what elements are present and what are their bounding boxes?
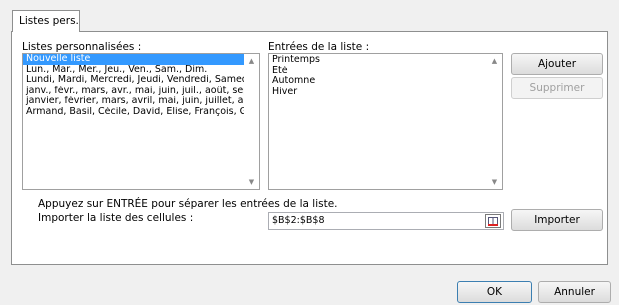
range-marker xyxy=(488,224,498,226)
custom-lists-items: Nouvelle liste Lun., Mar., Mer., Jeu., V… xyxy=(23,54,244,117)
entries-items: Printemps Eté Automne Hiver xyxy=(269,54,487,97)
list-item[interactable]: Lundi, Mardi, Mercredi, Jeudi, Vendredi,… xyxy=(23,75,244,86)
import-label: Importer la liste des cellules : xyxy=(38,212,194,224)
add-button[interactable]: Ajouter xyxy=(511,53,603,75)
cancel-button[interactable]: Annuler xyxy=(538,281,611,303)
list-item[interactable]: Lun., Mar., Mer., Jeu., Ven., Sam., Dim. xyxy=(23,65,244,76)
entries-textarea[interactable]: Printemps Eté Automne Hiver ▲ ▼ xyxy=(268,53,503,190)
entries-label: Entrées de la liste : xyxy=(268,41,370,53)
tab-custom-lists[interactable]: Listes pers. xyxy=(12,10,80,32)
import-button[interactable]: Importer xyxy=(511,209,603,231)
entries-scrollbar[interactable]: ▲ ▼ xyxy=(487,54,502,189)
tab-strip: Listes pers. xyxy=(0,0,619,32)
list-item: Hiver xyxy=(272,86,298,97)
list-item: Automne xyxy=(272,76,316,86)
custom-lists-listbox[interactable]: Nouvelle liste Lun., Mar., Mer., Jeu., V… xyxy=(22,53,260,190)
list-item[interactable]: janv., févr., mars, avr., mai, juin, jui… xyxy=(23,86,244,97)
scroll-down-icon[interactable]: ▼ xyxy=(244,175,259,189)
list-item[interactable]: Nouvelle liste xyxy=(23,54,244,65)
hint-text: Appuyez sur ENTRÉE pour séparer les entr… xyxy=(38,198,338,210)
list-item[interactable]: janvier, février, mars, avril, mai, juin… xyxy=(23,96,244,107)
delete-button[interactable]: Supprimer xyxy=(511,77,603,99)
custom-lists-panel: Listes personnalisées : Nouvelle liste L… xyxy=(11,31,608,265)
custom-lists-label: Listes personnalisées : xyxy=(22,41,142,53)
list-item[interactable]: Armand, Basil, Cécile, David, Elise, Fra… xyxy=(23,107,244,118)
import-range-input[interactable]: $B$2:$B$8 xyxy=(268,212,504,230)
scroll-down-icon[interactable]: ▼ xyxy=(487,175,502,189)
custom-lists-scrollbar[interactable]: ▲ ▼ xyxy=(244,54,259,189)
list-item: Eté xyxy=(272,65,288,76)
scroll-up-icon[interactable]: ▲ xyxy=(487,54,502,68)
scroll-up-icon[interactable]: ▲ xyxy=(244,54,259,68)
list-item: Printemps xyxy=(272,55,320,65)
range-selector-icon[interactable] xyxy=(485,214,501,228)
ok-button[interactable]: OK xyxy=(457,281,532,303)
